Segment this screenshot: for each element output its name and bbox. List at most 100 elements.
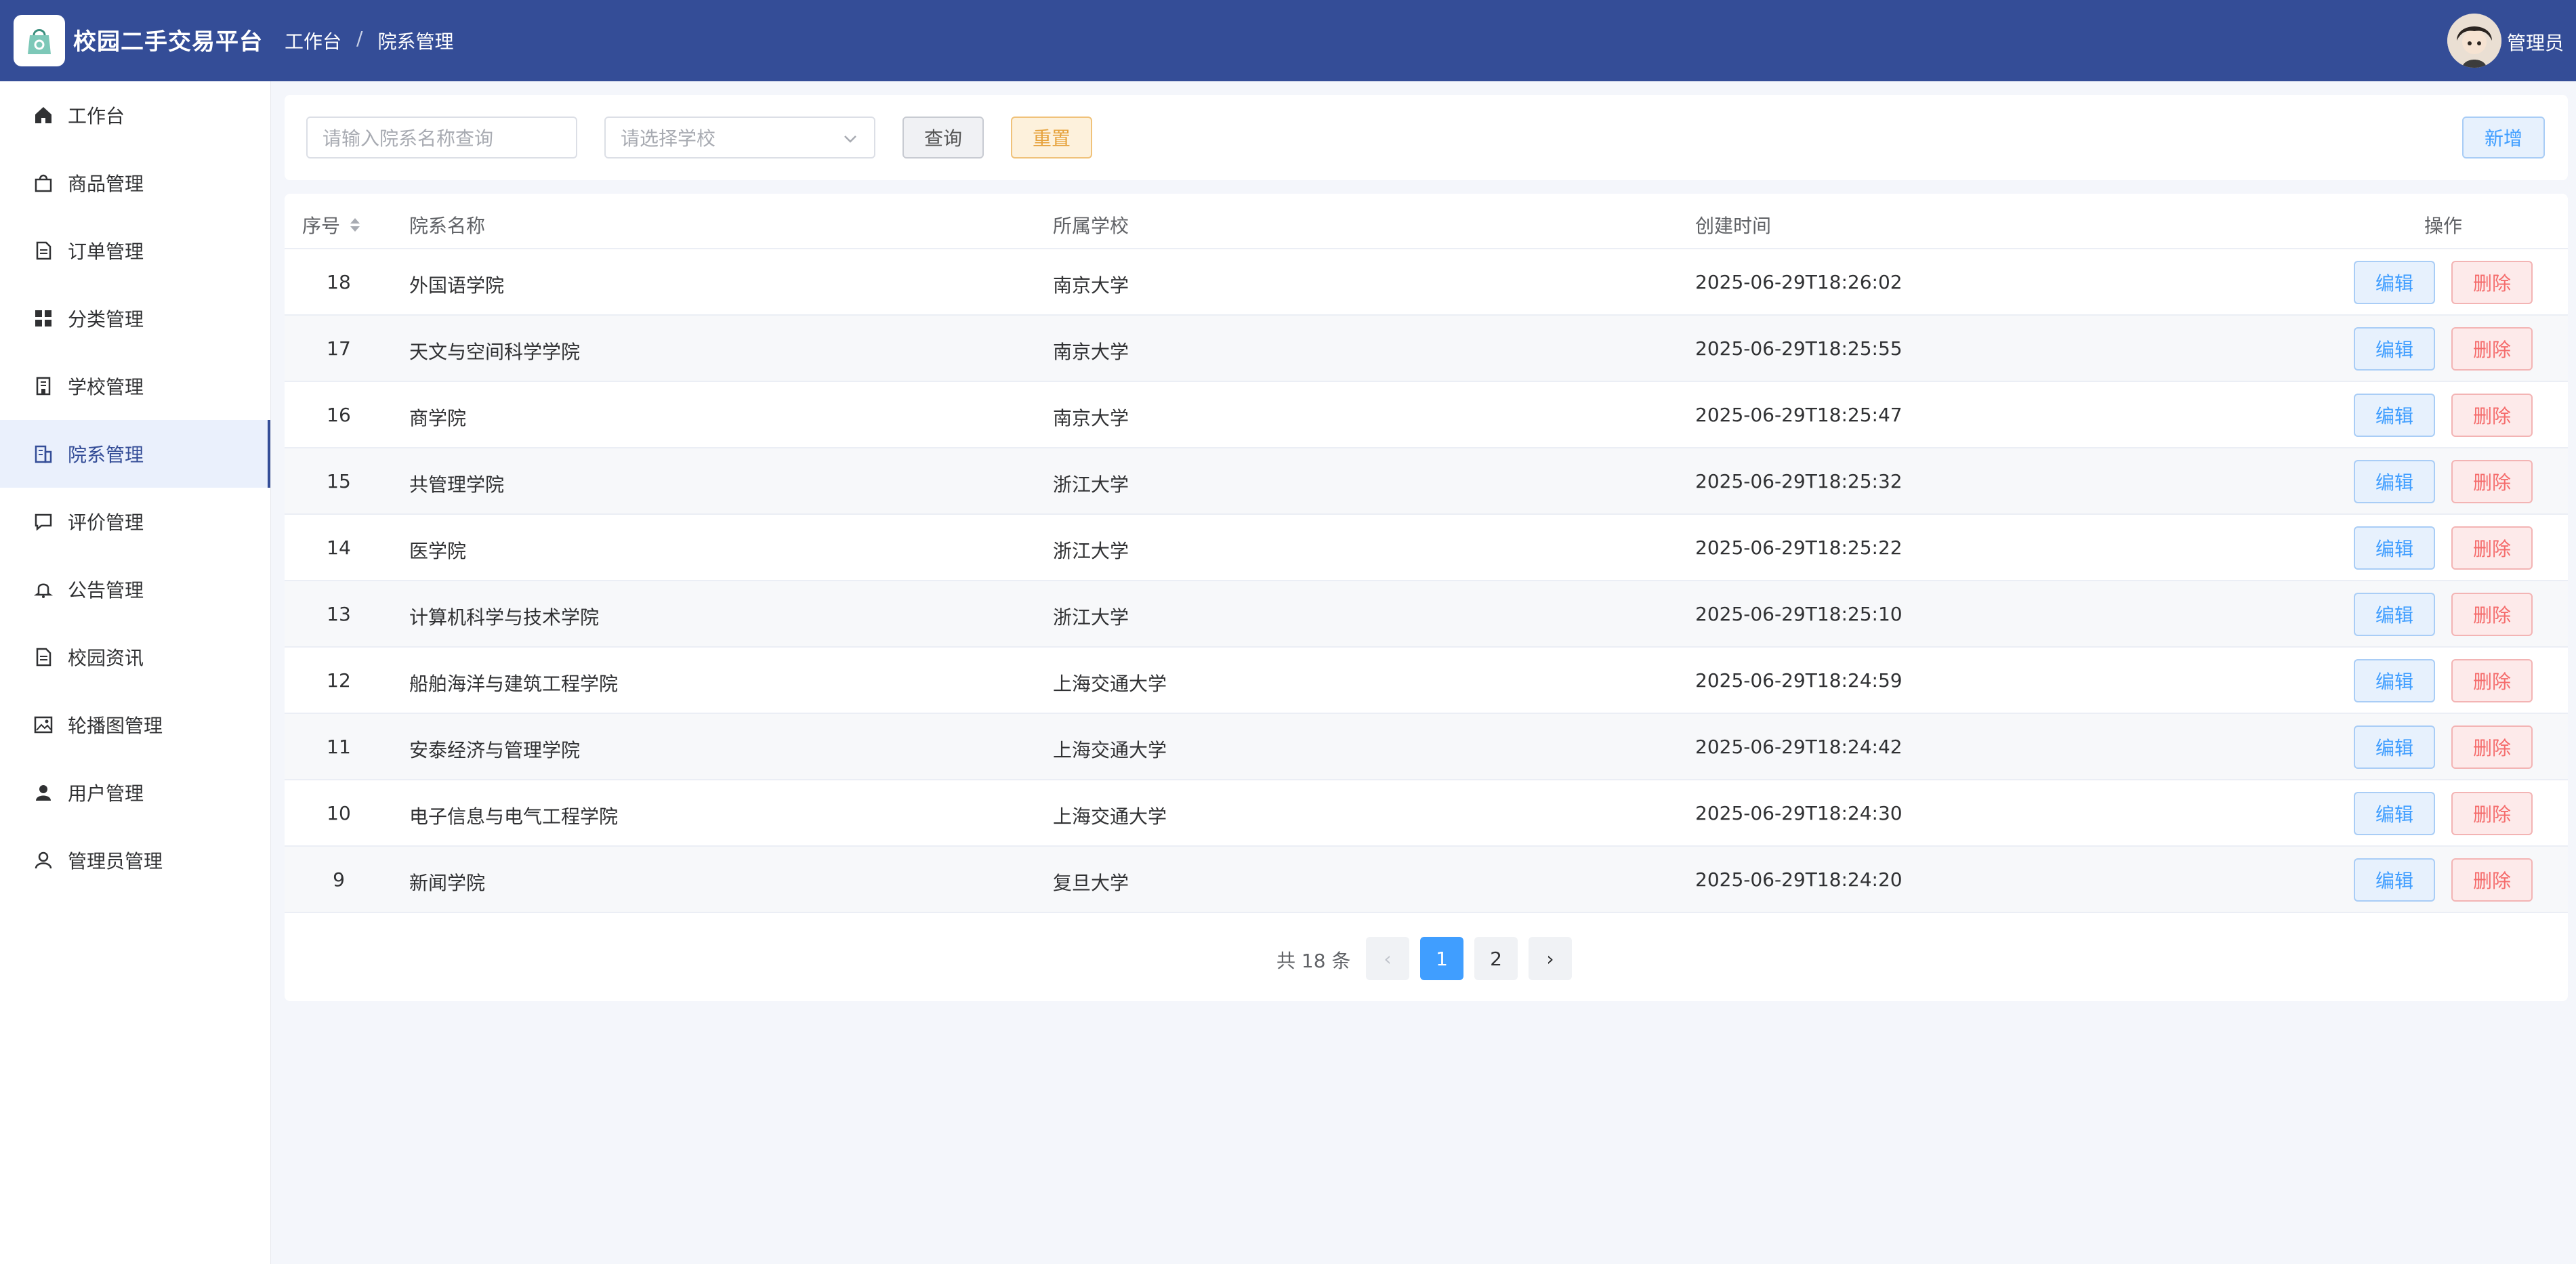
sidebar-item-label: 管理员管理 bbox=[68, 850, 163, 872]
avatar[interactable] bbox=[2447, 14, 2501, 68]
sidebar-item-orders[interactable]: 订单管理 bbox=[0, 217, 270, 285]
app-title: 校园二手交易平台 bbox=[73, 28, 263, 56]
table-row: 12 船舶海洋与建筑工程学院 上海交通大学 2025-06-29T18:24:5… bbox=[285, 648, 2568, 714]
chevron-left-icon: ‹ bbox=[1384, 947, 1392, 970]
top-header: 校园二手交易平台 工作台 / 院系管理 管理员 bbox=[0, 0, 2576, 81]
cell-department-name: 天文与空间科学学院 bbox=[409, 341, 581, 363]
cell-school: 复旦大学 bbox=[1053, 872, 1129, 894]
delete-button[interactable]: 删除 bbox=[2451, 659, 2533, 702]
delete-button[interactable]: 删除 bbox=[2451, 526, 2533, 570]
cell-school: 南京大学 bbox=[1053, 407, 1129, 429]
edit-button[interactable]: 编辑 bbox=[2354, 327, 2435, 371]
cell-created-time: 2025-06-29T18:25:10 bbox=[1695, 603, 1903, 625]
sidebar-item-categories[interactable]: 分类管理 bbox=[0, 285, 270, 352]
grid-icon bbox=[33, 308, 54, 329]
page-button-2[interactable]: 2 bbox=[1474, 937, 1518, 980]
sidebar-item-departments[interactable]: 院系管理 bbox=[0, 420, 270, 488]
cell-department-name: 电子信息与电气工程学院 bbox=[409, 805, 619, 828]
cell-department-name: 外国语学院 bbox=[409, 274, 505, 297]
page-button-1[interactable]: 1 bbox=[1420, 937, 1463, 980]
column-header-label: 序号 bbox=[302, 215, 341, 237]
edit-button[interactable]: 编辑 bbox=[2354, 792, 2435, 835]
cell-index: 18 bbox=[327, 271, 351, 293]
delete-button[interactable]: 删除 bbox=[2451, 394, 2533, 437]
edit-button[interactable]: 编辑 bbox=[2354, 659, 2435, 702]
prev-page-button[interactable]: ‹ bbox=[1366, 937, 1409, 980]
reset-button[interactable]: 重置 bbox=[1011, 117, 1092, 159]
table-row: 11 安泰经济与管理学院 上海交通大学 2025-06-29T18:24:42 … bbox=[285, 714, 2568, 780]
cell-school: 浙江大学 bbox=[1053, 606, 1129, 629]
cell-index: 17 bbox=[327, 337, 351, 360]
column-header-name: 院系名称 bbox=[409, 215, 486, 237]
delete-button[interactable]: 删除 bbox=[2451, 792, 2533, 835]
edit-button[interactable]: 编辑 bbox=[2354, 394, 2435, 437]
document-icon bbox=[33, 240, 54, 261]
sidebar-item-label: 订单管理 bbox=[68, 240, 144, 263]
sidebar-item-carousel[interactable]: 轮播图管理 bbox=[0, 691, 270, 759]
delete-button[interactable]: 删除 bbox=[2451, 593, 2533, 636]
sort-icon[interactable] bbox=[348, 216, 362, 238]
cell-department-name: 新闻学院 bbox=[409, 872, 486, 894]
cell-created-time: 2025-06-29T18:24:59 bbox=[1695, 669, 1903, 692]
sidebar-item-workbench[interactable]: 工作台 bbox=[0, 81, 270, 149]
department-name-search-input[interactable]: 请输入院系名称查询 bbox=[306, 117, 577, 159]
delete-button[interactable]: 删除 bbox=[2451, 858, 2533, 902]
pagination-total: 共 18 条 bbox=[1276, 950, 1351, 972]
edit-button[interactable]: 编辑 bbox=[2354, 526, 2435, 570]
delete-button[interactable]: 删除 bbox=[2451, 327, 2533, 371]
sidebar-item-label: 用户管理 bbox=[68, 782, 144, 805]
school-select[interactable]: 请选择学校 bbox=[604, 117, 875, 159]
edit-button[interactable]: 编辑 bbox=[2354, 725, 2435, 769]
table-row: 16 商学院 南京大学 2025-06-29T18:25:47 编辑 删除 bbox=[285, 382, 2568, 448]
sidebar-item-campus-news[interactable]: 校园资讯 bbox=[0, 623, 270, 691]
cell-index: 13 bbox=[327, 603, 351, 625]
logo[interactable] bbox=[14, 15, 65, 66]
sidebar-item-label: 商品管理 bbox=[68, 173, 144, 195]
cell-index: 12 bbox=[327, 669, 351, 692]
sidebar-item-goods[interactable]: 商品管理 bbox=[0, 149, 270, 217]
column-header-created: 创建时间 bbox=[1695, 215, 1772, 237]
column-header-index[interactable]: 序号 bbox=[302, 211, 362, 238]
sidebar-item-admins[interactable]: 管理员管理 bbox=[0, 826, 270, 894]
cell-department-name: 计算机科学与技术学院 bbox=[409, 606, 600, 629]
edit-button[interactable]: 编辑 bbox=[2354, 858, 2435, 902]
cell-school: 南京大学 bbox=[1053, 341, 1129, 363]
user-name[interactable]: 管理员 bbox=[2507, 28, 2564, 56]
cell-department-name: 共管理学院 bbox=[409, 473, 505, 496]
delete-button[interactable]: 删除 bbox=[2451, 460, 2533, 503]
delete-button[interactable]: 删除 bbox=[2451, 725, 2533, 769]
table-row: 14 医学院 浙江大学 2025-06-29T18:25:22 编辑 删除 bbox=[285, 515, 2568, 581]
delete-button[interactable]: 删除 bbox=[2451, 261, 2533, 304]
sidebar-item-label: 院系管理 bbox=[68, 444, 144, 466]
building-icon bbox=[33, 375, 54, 397]
sidebar-item-announcements[interactable]: 公告管理 bbox=[0, 555, 270, 623]
edit-button[interactable]: 编辑 bbox=[2354, 593, 2435, 636]
sidebar-item-schools[interactable]: 学校管理 bbox=[0, 352, 270, 420]
sidebar-item-label: 轮播图管理 bbox=[68, 715, 163, 737]
sidebar-item-reviews[interactable]: 评价管理 bbox=[0, 488, 270, 555]
chevron-down-icon bbox=[842, 130, 859, 152]
table-row: 10 电子信息与电气工程学院 上海交通大学 2025-06-29T18:24:3… bbox=[285, 780, 2568, 847]
cell-created-time: 2025-06-29T18:25:55 bbox=[1695, 337, 1903, 360]
table-row: 18 外国语学院 南京大学 2025-06-29T18:26:02 编辑 删除 bbox=[285, 249, 2568, 316]
sidebar-item-users[interactable]: 用户管理 bbox=[0, 759, 270, 826]
office-building-icon bbox=[33, 443, 54, 465]
sidebar-item-label: 工作台 bbox=[68, 105, 125, 127]
sidebar: 工作台 商品管理 订单管理 分类管理 学校管理 院系管理 评价管理 公告管理 校… bbox=[0, 81, 271, 1264]
cell-school: 浙江大学 bbox=[1053, 473, 1129, 496]
edit-button[interactable]: 编辑 bbox=[2354, 261, 2435, 304]
next-page-button[interactable]: › bbox=[1529, 937, 1572, 980]
query-button[interactable]: 查询 bbox=[902, 117, 984, 159]
sidebar-item-label: 评价管理 bbox=[68, 511, 144, 534]
cell-school: 上海交通大学 bbox=[1053, 805, 1167, 828]
breadcrumb-item-workbench[interactable]: 工作台 bbox=[285, 27, 341, 54]
table-header: 序号 院系名称 所属学校 创建时间 操作 bbox=[285, 194, 2568, 249]
cell-created-time: 2025-06-29T18:24:20 bbox=[1695, 868, 1903, 891]
breadcrumb-separator: / bbox=[356, 27, 363, 49]
cell-index: 10 bbox=[327, 802, 351, 824]
add-button[interactable]: 新增 bbox=[2462, 117, 2545, 159]
edit-button[interactable]: 编辑 bbox=[2354, 460, 2435, 503]
cell-index: 15 bbox=[327, 470, 351, 492]
home-icon bbox=[33, 104, 54, 126]
cell-index: 14 bbox=[327, 536, 351, 559]
